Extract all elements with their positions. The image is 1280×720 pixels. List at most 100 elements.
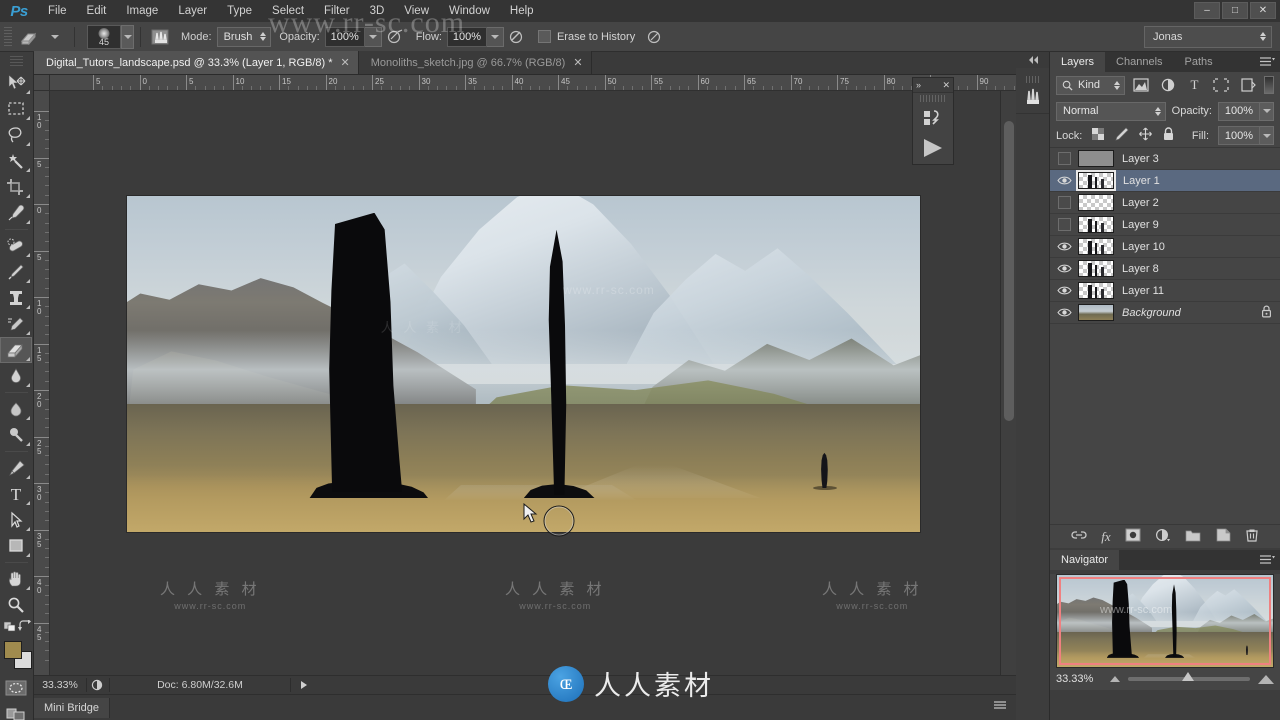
fill-chevron-icon[interactable] xyxy=(1260,126,1274,145)
eyedropper-tool[interactable] xyxy=(0,200,32,226)
layer-mask-icon[interactable] xyxy=(1125,528,1141,545)
lock-transparency-icon[interactable] xyxy=(1091,127,1105,144)
menu-view[interactable]: View xyxy=(394,0,439,22)
layer-visibility-toggle[interactable] xyxy=(1050,196,1078,209)
erase-to-history-control[interactable]: Erase to History xyxy=(537,30,635,43)
rectangle-tool[interactable] xyxy=(0,533,32,559)
new-layer-icon[interactable] xyxy=(1215,528,1231,545)
tab-layers[interactable]: Layers xyxy=(1050,52,1106,72)
panel-menu-icon[interactable] xyxy=(1259,554,1275,569)
hand-tool[interactable] xyxy=(0,566,32,592)
filter-toggle-switch[interactable] xyxy=(1264,76,1275,94)
layer-visibility-toggle[interactable] xyxy=(1050,263,1078,274)
collapse-dock-button[interactable] xyxy=(1016,52,1049,68)
navigator-thumbnail[interactable] xyxy=(1056,574,1274,668)
menu-select[interactable]: Select xyxy=(262,0,314,22)
eraser-icon[interactable] xyxy=(16,25,42,49)
record-stop-icon[interactable] xyxy=(923,109,943,132)
visibility-off-icon[interactable] xyxy=(1057,218,1071,231)
layer-thumbnail[interactable] xyxy=(1078,150,1114,167)
visibility-off-icon[interactable] xyxy=(1057,152,1071,165)
dodge-tool[interactable] xyxy=(0,422,32,448)
menu-type[interactable]: Type xyxy=(217,0,262,22)
screen-mode-toggle[interactable] xyxy=(0,701,32,720)
layer-name[interactable]: Layer 10 xyxy=(1122,241,1165,253)
close-button[interactable]: ✕ xyxy=(1250,2,1276,19)
layer-blend-mode-select[interactable]: Normal xyxy=(1056,101,1166,121)
layer-row[interactable]: Background xyxy=(1050,302,1280,324)
path-selection-tool[interactable] xyxy=(0,507,32,533)
menu-filter[interactable]: Filter xyxy=(314,0,360,22)
layer-visibility-toggle[interactable] xyxy=(1050,241,1078,252)
layer-row[interactable]: Layer 11 xyxy=(1050,280,1280,302)
tab-navigator[interactable]: Navigator xyxy=(1050,550,1120,570)
actions-panel-header[interactable]: » ✕ xyxy=(913,78,953,92)
flow-value[interactable]: 100% xyxy=(446,26,487,47)
visibility-off-icon[interactable] xyxy=(1057,196,1071,209)
history-brush-tool[interactable] xyxy=(0,311,32,337)
tablet-pressure-icon[interactable] xyxy=(641,25,667,49)
layer-row[interactable]: Layer 9 xyxy=(1050,214,1280,236)
eye-icon[interactable] xyxy=(1056,175,1072,186)
layer-visibility-toggle[interactable] xyxy=(1050,152,1078,165)
layer-thumbnail[interactable] xyxy=(1078,304,1114,321)
flow-chevron-icon[interactable] xyxy=(486,26,504,47)
zoom-tool[interactable] xyxy=(0,592,32,618)
crop-tool[interactable] xyxy=(0,174,32,200)
layer-row[interactable]: Layer 8 xyxy=(1050,258,1280,280)
default-colors-icon[interactable] xyxy=(3,620,18,635)
panel-menu-icon[interactable] xyxy=(1259,56,1275,71)
layer-fill-control[interactable]: 100% xyxy=(1218,126,1274,145)
close-icon[interactable]: ✕ xyxy=(942,80,950,91)
layer-name[interactable]: Layer 9 xyxy=(1122,219,1159,231)
panel-grip[interactable] xyxy=(1025,75,1040,83)
navigator-zoom-slider[interactable] xyxy=(1128,672,1250,681)
layer-thumbnail[interactable] xyxy=(1078,216,1114,233)
layer-row[interactable]: Layer 2 xyxy=(1050,192,1280,214)
document-tab-landscape[interactable]: Digital_Tutors_landscape.psd @ 33.3% (La… xyxy=(34,51,359,74)
move-tool[interactable] xyxy=(0,70,32,96)
lock-image-icon[interactable] xyxy=(1114,127,1129,144)
panel-grip[interactable] xyxy=(920,95,946,102)
adjustment-filter-icon[interactable] xyxy=(1157,75,1178,95)
menu-image[interactable]: Image xyxy=(116,0,168,22)
eye-icon[interactable] xyxy=(1056,241,1072,252)
opacity-value[interactable]: 100% xyxy=(324,26,365,47)
menu-edit[interactable]: Edit xyxy=(77,0,117,22)
vertical-scrollbar[interactable] xyxy=(1000,91,1016,679)
layer-name[interactable]: Layer 11 xyxy=(1122,285,1164,297)
zoom-level-field[interactable]: 33.33% xyxy=(34,679,86,691)
opacity-control[interactable]: 100% xyxy=(324,26,382,47)
ruler-corner[interactable] xyxy=(34,75,50,91)
navigator-zoom-value[interactable]: 33.33% xyxy=(1056,673,1102,685)
layer-visibility-toggle[interactable] xyxy=(1050,285,1078,296)
layer-visibility-toggle[interactable] xyxy=(1050,218,1078,231)
document-profile-icon[interactable] xyxy=(87,679,109,691)
eye-icon[interactable] xyxy=(1056,263,1072,274)
layer-name[interactable]: Layer 8 xyxy=(1122,263,1159,275)
gradient-tool[interactable] xyxy=(0,363,32,389)
layer-list[interactable]: Layer 3 Layer 1 Layer 2 Layer 9 Layer 10 … xyxy=(1050,148,1280,324)
delete-layer-icon[interactable] xyxy=(1245,528,1259,545)
smartobject-filter-icon[interactable] xyxy=(1238,75,1259,95)
brush-presets-panel-icon[interactable] xyxy=(1016,68,1049,114)
brush-size-preview[interactable]: 45 xyxy=(87,24,121,49)
layer-row[interactable]: Layer 1 xyxy=(1050,170,1280,192)
eraser-tool[interactable] xyxy=(0,337,32,363)
expand-panel-icon[interactable]: » xyxy=(916,80,921,90)
eye-icon[interactable] xyxy=(1056,285,1072,296)
shape-filter-icon[interactable] xyxy=(1211,75,1232,95)
horizontal-ruler[interactable]: 5051015202530354045505560657075808590 xyxy=(50,75,1016,91)
layer-opacity-value[interactable]: 100% xyxy=(1218,101,1260,121)
layer-name[interactable]: Background xyxy=(1122,307,1181,319)
layer-visibility-toggle[interactable] xyxy=(1050,307,1078,318)
tool-preset-chevron-icon[interactable] xyxy=(42,25,68,49)
lasso-tool[interactable] xyxy=(0,122,32,148)
menu-window[interactable]: Window xyxy=(439,0,500,22)
brush-tool[interactable] xyxy=(0,259,32,285)
navigator-zoom-knob[interactable] xyxy=(1181,672,1194,681)
pixel-filter-icon[interactable] xyxy=(1131,75,1152,95)
document-tab-monoliths[interactable]: Monoliths_sketch.jpg @ 66.7% (RGB/8) ✕ xyxy=(358,51,592,74)
canvas-viewport[interactable]: www.rr-sc.com 人 人 素 材 xyxy=(50,91,1016,679)
menu-file[interactable]: File xyxy=(38,0,77,22)
